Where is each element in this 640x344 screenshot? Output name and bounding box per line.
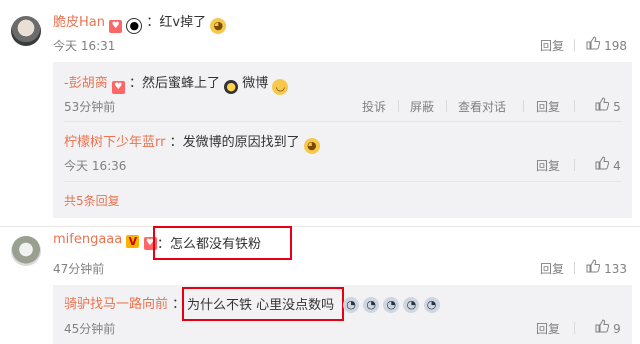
- divider: [574, 39, 575, 51]
- reply-text: ：然后蜜蜂上了: [128, 76, 220, 91]
- reply-button[interactable]: 回复: [536, 98, 560, 115]
- doge-emoji-icon: ◕: [303, 138, 320, 154]
- doge-emoji-icon: ◕: [210, 18, 227, 34]
- heart-badge-icon: ♥: [109, 20, 123, 33]
- reply-button[interactable]: 回复: [540, 260, 564, 277]
- reply-line: 骑驴找马一路向前 ：: [64, 293, 185, 312]
- laughing-emoji-icon: ◡: [272, 79, 289, 95]
- crying-emoji-icon: ◔: [343, 297, 359, 313]
- like-count: 5: [613, 100, 621, 114]
- comment-time: 47分钟前: [53, 262, 105, 276]
- divider: [574, 262, 575, 274]
- thumbs-up-icon: [586, 36, 600, 50]
- crying-emoji-icon: ◔: [423, 297, 440, 313]
- comment-username[interactable]: mifengaaa: [53, 232, 122, 247]
- emoji-row: ◔ ◔ ◔ ◔ ◔: [343, 294, 440, 313]
- panda-emoji-icon: ●: [126, 18, 143, 34]
- view-conversation-button[interactable]: 查看对话: [458, 98, 506, 115]
- like-button[interactable]: 5: [595, 97, 621, 115]
- reply-line: -彭胡脔 ♥ ：然后蜜蜂上了 ● 微博 ◡: [64, 72, 289, 95]
- like-count: 198: [604, 39, 628, 53]
- avatar[interactable]: [11, 16, 41, 46]
- thumbs-up-icon: [595, 97, 609, 111]
- reply-button[interactable]: 回复: [536, 320, 560, 337]
- reply-username[interactable]: -彭胡脔: [64, 76, 108, 91]
- crying-emoji-icon: ◔: [383, 297, 400, 313]
- reply-text-tail: 微博: [242, 76, 269, 91]
- heart-badge-icon: ♥: [111, 81, 125, 94]
- like-count: 9: [613, 322, 621, 336]
- like-button[interactable]: 4: [595, 156, 621, 174]
- bee-emoji-icon: ●: [224, 80, 239, 94]
- crying-emoji-icon: ◔: [363, 297, 380, 313]
- divider: [398, 100, 399, 112]
- reply-text: ：发微博的原因找到了: [169, 135, 300, 150]
- comment-username[interactable]: 脆皮Han: [53, 15, 105, 30]
- like-count: 133: [604, 262, 628, 276]
- divider: [574, 100, 575, 112]
- divider: [523, 100, 524, 112]
- reply-username[interactable]: 骑驴找马一路向前: [64, 297, 168, 312]
- like-button[interactable]: 133: [586, 259, 627, 277]
- reply-button[interactable]: 回复: [536, 157, 560, 174]
- reply-text-highlight: 为什么不铁 心里没点数吗: [187, 298, 335, 313]
- comment-time: 今天 16:31: [53, 39, 116, 53]
- more-replies-link[interactable]: 共5条回复: [64, 192, 120, 209]
- block-button[interactable]: 屏蔽: [410, 98, 434, 115]
- like-button[interactable]: 9: [595, 319, 621, 337]
- reply-time: 今天 16:36: [64, 159, 127, 173]
- thumbs-up-icon: [595, 319, 609, 333]
- avatar[interactable]: [11, 236, 41, 266]
- divider: [574, 322, 575, 334]
- comment-line: mifengaaa V ♥: [53, 232, 157, 250]
- like-count: 4: [613, 159, 621, 173]
- orange-v-badge-icon: V: [126, 235, 140, 248]
- comment-line: 脆皮Han ♥ ● ：红v掉了 ◕: [53, 11, 227, 34]
- reply-line: 柠檬树下少年蓝rr ：发微博的原因找到了 ◕: [64, 131, 320, 154]
- reply-button[interactable]: 回复: [540, 37, 564, 54]
- divider: [446, 100, 447, 112]
- reply-divider: [64, 181, 622, 182]
- comment-text: ：怎么都没有铁粉: [157, 237, 262, 252]
- thumbs-up-icon: [586, 259, 600, 273]
- comment-divider: [0, 226, 640, 227]
- thumbs-up-icon: [595, 156, 609, 170]
- reply-time: 45分钟前: [64, 322, 116, 336]
- like-button[interactable]: 198: [586, 36, 627, 54]
- reply-time: 53分钟前: [64, 100, 116, 114]
- reply-username[interactable]: 柠檬树下少年蓝rr: [64, 135, 165, 150]
- reply-divider: [64, 121, 622, 122]
- divider: [574, 159, 575, 171]
- report-button[interactable]: 投诉: [362, 98, 386, 115]
- crying-emoji-icon: ◔: [403, 297, 420, 313]
- comment-text: ：红v掉了: [146, 15, 207, 30]
